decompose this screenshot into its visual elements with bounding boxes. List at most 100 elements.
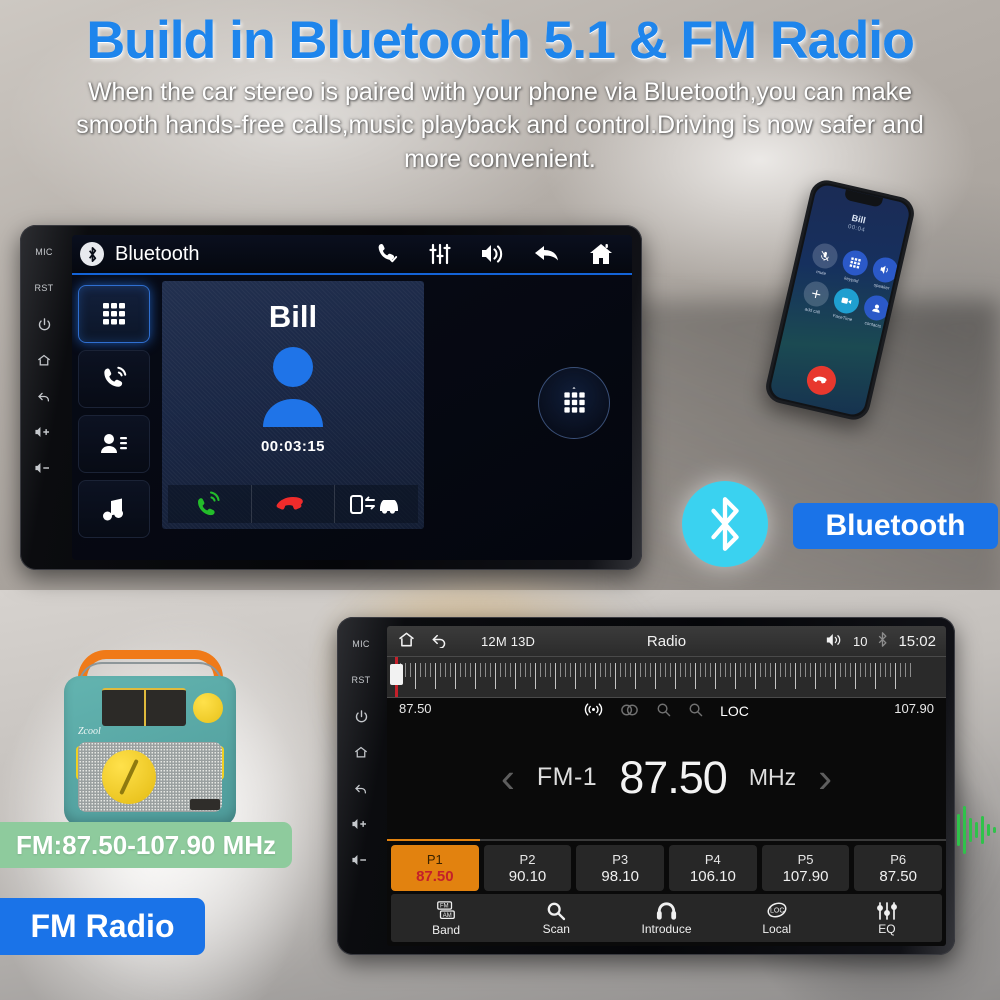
preset-frequency: 87.50 [416,867,454,885]
bluetooth-screen: Bluetooth Bill 00:03:15 [72,235,632,560]
scan-button[interactable]: Scan [501,894,611,942]
scale-tick [655,663,656,689]
scale-tick [605,663,606,677]
scale-tick [815,663,816,689]
home-icon[interactable] [588,242,614,266]
answer-call-button[interactable] [168,485,252,523]
scale-tick [475,663,476,689]
header: Build in Bluetooth 5.1 & FM Radio When t… [0,0,1000,176]
scale-tick [780,663,781,677]
needle-knob [390,664,404,685]
scale-tick [635,663,636,689]
radio-clock: 15:02 [898,632,936,650]
phone-end-call-button[interactable] [804,362,839,398]
scale-tick [865,663,866,677]
phone-keypad-button[interactable]: keypad [839,247,871,285]
bezel-power-icon[interactable] [354,699,369,733]
phone-mute-label: mute [815,269,827,277]
scale-tick [810,663,811,677]
retro-radio-brand: Zcool [78,726,101,737]
local-button[interactable]: LOC Local [722,894,832,942]
phone-check-icon[interactable] [374,241,400,267]
preset-name: P2 [519,851,536,867]
home-icon[interactable] [397,631,416,651]
preset-button[interactable]: P6 87.50 [854,845,943,891]
equalizer-icon[interactable] [428,242,452,266]
scale-tick [750,663,751,677]
volume-icon[interactable] [826,633,843,650]
bezel-volume-up-icon[interactable] [351,807,371,841]
scale-tick [470,663,471,677]
scale-tick [785,663,786,677]
sidebar-item-contacts[interactable] [78,415,150,473]
band-button[interactable]: FM AM Band [391,894,501,942]
radio-tuning-scale[interactable] [387,656,946,698]
bluetooth-badge: Bluetooth [793,503,998,549]
retro-radio-nameplate [190,799,220,810]
eq-label: EQ [878,921,896,936]
scale-tick [415,663,416,689]
sidebar-item-music[interactable] [78,480,150,538]
scale-tick [890,663,891,677]
volume-icon[interactable] [480,243,506,265]
eq-button[interactable]: EQ [832,894,942,942]
prev-station-button[interactable]: ‹ [501,756,515,799]
phone-add-call-button[interactable]: add call [800,279,832,316]
back-icon[interactable] [430,631,449,651]
scale-tick [845,663,846,677]
end-call-button[interactable] [252,485,336,523]
call-action-bar [168,485,418,523]
scale-tick [520,663,521,677]
transfer-audio-button[interactable] [335,485,418,523]
preset-button[interactable]: P5 107.90 [761,845,850,891]
radio-frequency-value: 87.50 [619,751,728,803]
bluetooth-topbar: Bluetooth [72,235,632,275]
scale-tick [740,663,741,677]
scale-tick [405,663,406,677]
scale-tick [760,663,761,677]
scale-tick [640,663,641,677]
scale-tick [425,663,426,677]
radio-frequency-unit: MHz [748,764,797,790]
introduce-button[interactable]: Introduce [611,894,721,942]
bezel-volume-up-icon[interactable] [34,415,54,449]
fm-range-badge: FM:87.50-107.90 MHz [0,822,292,868]
scale-tick [850,663,851,677]
radio-screen: 12M 13D Radio 10 15:02 87.50 LOC 107.90 … [387,626,946,946]
scale-tick [730,663,731,677]
preset-button[interactable]: P4 106.10 [669,845,757,891]
next-station-button[interactable]: › [818,756,832,799]
phone-contacts-button[interactable]: contacts [860,292,892,330]
bluetooth-topbar-icons [374,241,620,267]
bezel-volume-down-icon[interactable] [34,451,54,485]
scale-tick [895,663,896,689]
phone-speaker-button[interactable]: speaker [869,254,901,292]
bezel-power-icon[interactable] [37,307,52,341]
scale-tick [685,663,686,677]
radio-tuning-needle[interactable] [390,657,404,697]
bezel-back-icon[interactable] [36,379,52,413]
bezel-home-icon[interactable] [353,735,369,769]
sidebar-item-dial[interactable] [78,350,150,408]
call-keypad-button[interactable] [538,367,610,439]
scale-tick [615,663,616,689]
preset-button[interactable]: P3 98.10 [576,845,665,891]
sidebar-item-keypad[interactable] [78,285,150,343]
bezel-home-icon[interactable] [36,343,52,377]
retro-radio-tuning-knob [193,693,223,723]
scale-tick [715,663,716,689]
phone-mute-button[interactable]: mute [808,241,841,278]
bezel-back-icon[interactable] [353,771,369,805]
phone-facetime-button[interactable]: FaceTime [830,285,862,323]
fm-radio-label: FM Radio [30,908,175,944]
scale-tick [755,663,756,689]
scale-tick [795,663,796,689]
back-icon[interactable] [534,243,560,265]
preset-button[interactable]: P2 90.10 [483,845,572,891]
scale-tick [745,663,746,677]
scale-tick [480,663,481,677]
bluetooth-body: Bill 00:03:15 [72,275,632,560]
bezel-volume-down-icon[interactable] [351,843,371,877]
preset-button[interactable]: P1 87.50 [391,845,479,891]
call-contact-name: Bill [268,299,318,334]
